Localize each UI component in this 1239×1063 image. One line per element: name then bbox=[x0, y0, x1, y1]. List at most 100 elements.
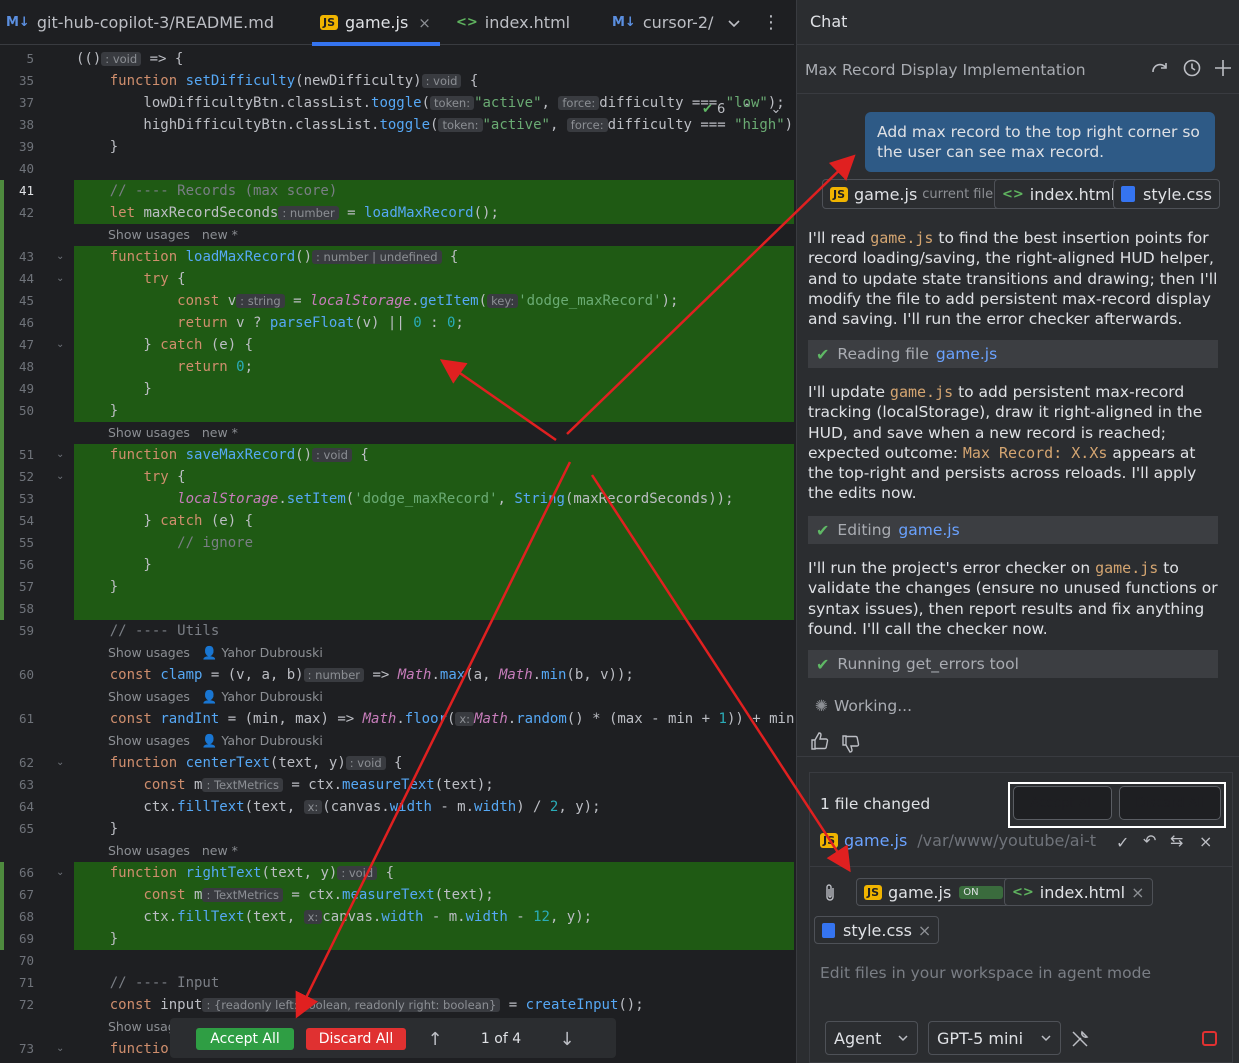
chat-panel: Chat Max Record Display Implementation A… bbox=[796, 0, 1239, 1063]
tab-cursor[interactable]: M↓ cursor-2/ bbox=[612, 0, 713, 45]
code-line: 67 const m: TextMetrics = ctx.measureTex… bbox=[18, 887, 494, 903]
discard-all-button[interactable]: Discard All bbox=[1119, 786, 1221, 820]
add-icon[interactable] bbox=[1213, 58, 1233, 83]
close-icon[interactable]: × bbox=[918, 921, 931, 940]
tab-game-js[interactable]: JS game.js × bbox=[320, 0, 431, 45]
code-line: 72 const input: {readonly left: boolean,… bbox=[18, 997, 644, 1013]
code-line: 62 ⌄ function centerText(text, y): void { bbox=[18, 755, 403, 771]
chevron-down-icon bbox=[898, 1035, 908, 1042]
stop-icon[interactable] bbox=[1202, 1031, 1217, 1046]
toggle-switch[interactable]: ON bbox=[959, 885, 1004, 899]
attached-file-index-html[interactable]: <> index.html × bbox=[1004, 878, 1153, 906]
code-line: 70 bbox=[18, 953, 34, 968]
code-line: 37 lowDifficultyBtn.classList.toggle(tok… bbox=[18, 95, 785, 111]
changed-files-panel: 1 file changed Accept All Discard All JS… bbox=[809, 772, 1233, 866]
changed-file-row[interactable]: JS game.js /var/www/youtube/ai-tc bbox=[820, 831, 1097, 850]
keep-check-icon[interactable]: ✓ bbox=[1116, 833, 1129, 852]
history-icon[interactable] bbox=[1182, 58, 1202, 83]
check-icon: ✔ bbox=[816, 654, 830, 674]
tool-step[interactable]: ✔ Running get_errors tool bbox=[808, 650, 1218, 678]
code-lens[interactable]: Show usages 👤 Yahor Dubrouski bbox=[0, 730, 794, 752]
code-line: 64 ctx.fillText(text, x: (canvas.width - … bbox=[18, 799, 601, 815]
more-options-icon[interactable]: ⋮ bbox=[762, 0, 780, 45]
code-line: 58 bbox=[18, 601, 34, 616]
attached-file-style-css[interactable]: style.css × bbox=[814, 916, 940, 944]
css-icon bbox=[822, 922, 835, 938]
tab-index-html[interactable]: <> index.html bbox=[456, 0, 570, 45]
javascript-icon: JS bbox=[830, 186, 849, 202]
code-line: 51 ⌄ function saveMaxRecord(): void { bbox=[18, 447, 369, 463]
code-line: 66 ⌄ function rightText(text, y): void { bbox=[18, 865, 395, 881]
markdown-icon: M↓ bbox=[6, 15, 30, 30]
code-line: 63 const m: TextMetrics = ctx.measureTex… bbox=[18, 777, 494, 793]
context-chip-index-html[interactable]: <> index.html bbox=[994, 179, 1124, 209]
close-icon[interactable]: × bbox=[1199, 832, 1212, 851]
arrow-down-icon[interactable]: ↓ bbox=[556, 1028, 578, 1050]
chevron-down-icon bbox=[1041, 1035, 1051, 1042]
tab-readme[interactable]: M↓ git-hub-copilot-3/README.md bbox=[6, 0, 274, 45]
code-lens[interactable]: Show usages new * bbox=[0, 840, 794, 862]
mode-select[interactable]: Agent bbox=[825, 1021, 918, 1055]
session-header: Max Record Display Implementation bbox=[797, 44, 1239, 94]
chat-input-placeholder[interactable]: Edit files in your workspace in agent mo… bbox=[820, 964, 1151, 982]
javascript-icon: JS bbox=[864, 884, 883, 900]
session-title: Max Record Display Implementation bbox=[805, 61, 1086, 79]
code-line: 40 bbox=[18, 161, 34, 176]
attached-file-game-js[interactable]: JS game.js ON bbox=[856, 878, 1012, 906]
tool-step[interactable]: ✔ Reading file game.js bbox=[808, 340, 1218, 368]
code-line: 61 const randInt = (min, max) => Math.fl… bbox=[18, 711, 794, 727]
code-line: 56 } bbox=[18, 557, 152, 573]
discard-all-button[interactable]: Discard All bbox=[306, 1028, 406, 1050]
code-line: 57 } bbox=[18, 579, 119, 595]
tool-step[interactable]: ✔ Editing game.js bbox=[808, 516, 1218, 544]
accept-all-button[interactable]: Accept All bbox=[1013, 786, 1112, 820]
markdown-icon: M↓ bbox=[612, 15, 636, 30]
assistant-message: I'll update game.js to add persistent ma… bbox=[808, 383, 1203, 503]
code-lens[interactable]: Show usages 👤 Yahor Dubrouski bbox=[0, 642, 794, 664]
redo-icon[interactable] bbox=[1150, 58, 1170, 83]
model-select[interactable]: GPT-5 mini bbox=[928, 1021, 1061, 1055]
undo-icon[interactable]: ↶ bbox=[1143, 831, 1156, 850]
code-line: 44 ⌄ try { bbox=[18, 271, 186, 287]
tools-icon[interactable] bbox=[1070, 1029, 1090, 1054]
html-icon: <> bbox=[456, 15, 478, 30]
code-area[interactable]: 5 ((): void => { ✔ 6 ⌃ ⌄ 35 function set… bbox=[0, 46, 794, 1063]
spinner-icon: ✺ bbox=[815, 697, 828, 715]
code-line: 47 ⌄ } catch (e) { bbox=[18, 337, 254, 353]
code-line: 69 } bbox=[18, 931, 119, 947]
css-icon bbox=[1121, 186, 1135, 202]
check-icon: ✔ bbox=[816, 344, 830, 364]
close-icon[interactable]: × bbox=[1131, 883, 1144, 902]
tab-label: game.js bbox=[345, 13, 409, 32]
javascript-icon: JS bbox=[820, 833, 839, 848]
html-icon: <> bbox=[1002, 186, 1024, 202]
code-line: 46 return v ? parseFloat(v) || 0 : 0; bbox=[18, 315, 464, 331]
user-message: Add max record to the top right corner s… bbox=[865, 112, 1215, 172]
tab-label: git-hub-copilot-3/README.md bbox=[36, 13, 274, 32]
panel-title: Chat bbox=[810, 12, 848, 31]
close-icon[interactable]: × bbox=[418, 14, 431, 32]
arrow-up-icon[interactable]: ↑ bbox=[424, 1028, 446, 1050]
context-chip-style-css[interactable]: style.css bbox=[1113, 179, 1220, 209]
divider bbox=[797, 756, 1239, 757]
code-line: 54 } catch (e) { bbox=[18, 513, 254, 529]
code-lens[interactable]: Show usages 👤 Yahor Dubrouski bbox=[0, 686, 794, 708]
code-lens[interactable]: Show usages new * bbox=[0, 422, 794, 444]
html-icon: <> bbox=[1012, 884, 1034, 900]
accept-all-button[interactable]: Accept All bbox=[196, 1028, 294, 1050]
code-line: 38 highDifficultyBtn.classList.toggle(to… bbox=[18, 117, 794, 133]
context-chip-game-js[interactable]: JS game.js current file bbox=[822, 179, 1002, 209]
javascript-icon: JS bbox=[320, 15, 339, 30]
diff-toolbar: Accept All Discard All ↑ 1 of 4 ↓ bbox=[170, 1018, 616, 1058]
compare-icon[interactable]: ⇆ bbox=[1170, 831, 1183, 850]
code-line: 42 let maxRecordSeconds: number = loadMa… bbox=[18, 205, 499, 221]
chevron-down-icon[interactable] bbox=[726, 0, 742, 45]
assistant-message: I'll run the project's error checker on … bbox=[808, 559, 1218, 638]
tab-label: cursor-2/ bbox=[642, 13, 714, 32]
code-line: 49 } bbox=[18, 381, 152, 397]
code-line: 45 const v: string = localStorage.getIte… bbox=[18, 293, 679, 309]
paperclip-icon[interactable] bbox=[822, 883, 838, 908]
thumbs-up-icon[interactable] bbox=[810, 731, 830, 756]
code-line: 35 function setDifficulty(newDifficulty)… bbox=[18, 73, 479, 89]
code-lens[interactable]: Show usages new * bbox=[0, 224, 794, 246]
